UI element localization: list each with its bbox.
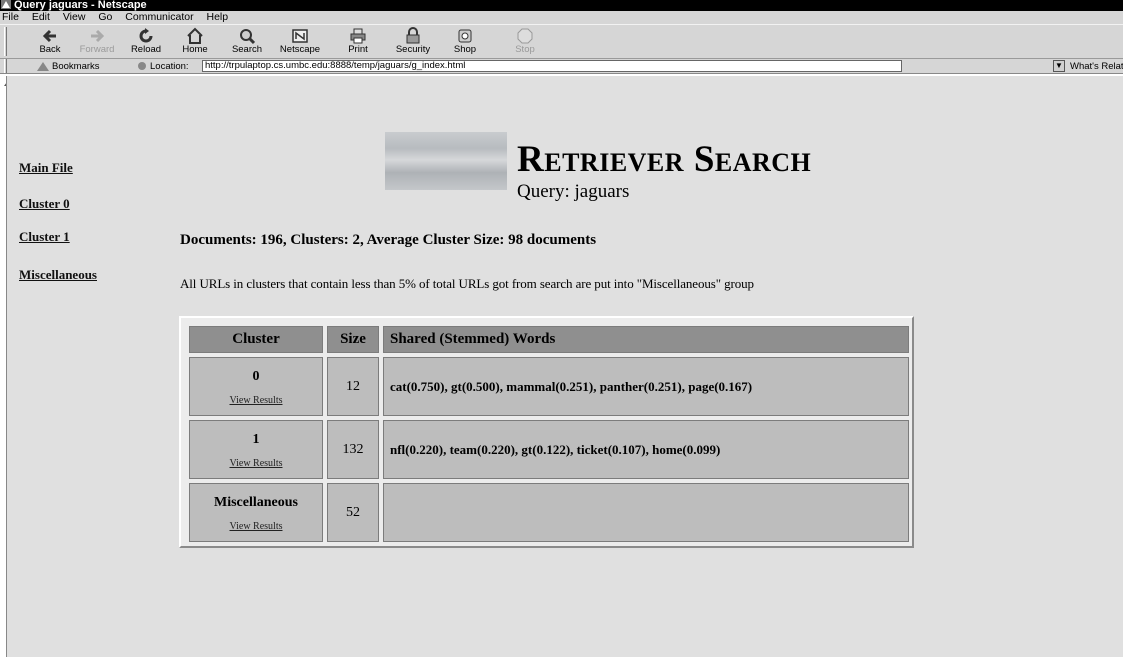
menu-help[interactable]: Help [207,11,229,23]
shop-icon [440,27,490,45]
navigation-toolbar: Back Forward Reload Home Search Netscape… [0,24,1123,59]
page-title: RETRIEVER SEARCH [517,139,812,180]
print-button[interactable]: Print [333,27,383,57]
cluster-cell: 1 View Results [189,420,323,479]
menu-bar: File Edit View Go Communicator Help [0,11,1123,24]
table-row: 0 View Results 12 cat(0.750), gt(0.500),… [189,357,909,416]
security-button[interactable]: Security [388,27,438,57]
location-url-input[interactable]: http://trpulaptop.cs.umbc.edu:8888/temp/… [202,60,902,72]
forward-button[interactable]: Forward [72,27,122,57]
whats-related-button[interactable]: What's Related [1070,59,1123,74]
forward-arrow-icon [72,27,122,45]
location-toolbar: Bookmarks Location: http://trpulaptop.cs… [0,59,1123,74]
menu-edit[interactable]: Edit [32,11,50,23]
header-size: Size [327,326,379,353]
menu-view[interactable]: View [63,11,86,23]
page-content: Main File Cluster 0 Cluster 1 Miscellane… [6,76,1123,657]
bookmarks-button[interactable]: Bookmarks [52,59,100,74]
menu-communicator[interactable]: Communicator [125,11,193,23]
header-cluster: Cluster [189,326,323,353]
location-icon [136,61,148,77]
shop-label: Shop [453,44,477,55]
size-cell: 132 [327,420,379,479]
reload-label: Reload [130,44,162,55]
search-icon [222,27,272,45]
lock-icon [388,27,438,45]
cluster-name: 0 [252,369,260,384]
back-button[interactable]: Back [25,27,75,57]
clusters-table: Cluster Size Shared (Stemmed) Words 0 Vi… [185,322,913,546]
query-line: Query: jaguars [517,181,630,202]
reload-button[interactable]: Reload [121,27,171,57]
view-results-link[interactable]: View Results [190,458,322,469]
toolbar-grip[interactable] [4,27,7,56]
netscape-button[interactable]: Netscape [275,27,325,57]
netscape-label: Netscape [279,44,321,55]
shared-words-cell: cat(0.750), gt(0.500), mammal(0.251), pa… [383,357,909,416]
stop-icon [500,27,550,45]
url-history-dropdown[interactable]: ▼ [1053,60,1065,72]
shop-button[interactable]: Shop [440,27,490,57]
table-header-row: Cluster Size Shared (Stemmed) Words [189,326,909,353]
size-cell: 52 [327,483,379,542]
sidebar-link-cluster-1[interactable]: Cluster 1 [19,229,70,245]
view-results-link[interactable]: View Results [190,521,322,532]
forward-label: Forward [79,44,115,55]
clusters-table-frame: Cluster Size Shared (Stemmed) Words 0 Vi… [179,316,914,548]
window-title: Query jaguars - Netscape [14,0,147,11]
home-label: Home [182,44,208,55]
search-button[interactable]: Search [222,27,272,57]
stop-button[interactable]: Stop [500,27,550,57]
back-arrow-icon [25,27,75,45]
netscape-icon [275,27,325,45]
netscape-app-icon [1,0,11,9]
view-results-link[interactable]: View Results [190,395,322,406]
shared-words-cell: nfl(0.220), team(0.220), gt(0.122), tick… [383,420,909,479]
cluster-name: 1 [252,432,260,447]
location-label: Location: [150,61,189,72]
sidebar-link-main-file[interactable]: Main File [19,160,73,176]
stop-label: Stop [515,44,535,55]
chevron-down-icon: ▼ [1055,61,1063,70]
miscellaneous-note: All URLs in clusters that contain less t… [180,276,754,291]
window-title-bar: Query jaguars - Netscape [0,0,1123,11]
cluster-cell: Miscellaneous View Results [189,483,323,542]
print-label: Print [348,44,368,55]
documents-summary: Documents: 196, Clusters: 2, Average Clu… [180,232,597,248]
home-icon [170,27,220,45]
print-icon [333,27,383,45]
menu-file[interactable]: File [2,11,19,23]
shared-words-cell [383,483,909,542]
menu-go[interactable]: Go [98,11,112,23]
sidebar-link-miscellaneous[interactable]: Miscellaneous [19,267,97,283]
cluster-cell: 0 View Results [189,357,323,416]
table-row: 1 View Results 132 nfl(0.220), team(0.22… [189,420,909,479]
sidebar-link-cluster-0[interactable]: Cluster 0 [19,196,70,212]
back-label: Back [39,44,61,55]
banner-image [385,132,507,190]
security-label: Security [395,44,431,55]
reload-icon [121,27,171,45]
table-row: Miscellaneous View Results 52 [189,483,909,542]
home-button[interactable]: Home [170,27,220,57]
size-cell: 12 [327,357,379,416]
header-shared-words: Shared (Stemmed) Words [383,326,909,353]
cluster-name: Miscellaneous [214,495,298,510]
search-label: Search [231,44,263,55]
